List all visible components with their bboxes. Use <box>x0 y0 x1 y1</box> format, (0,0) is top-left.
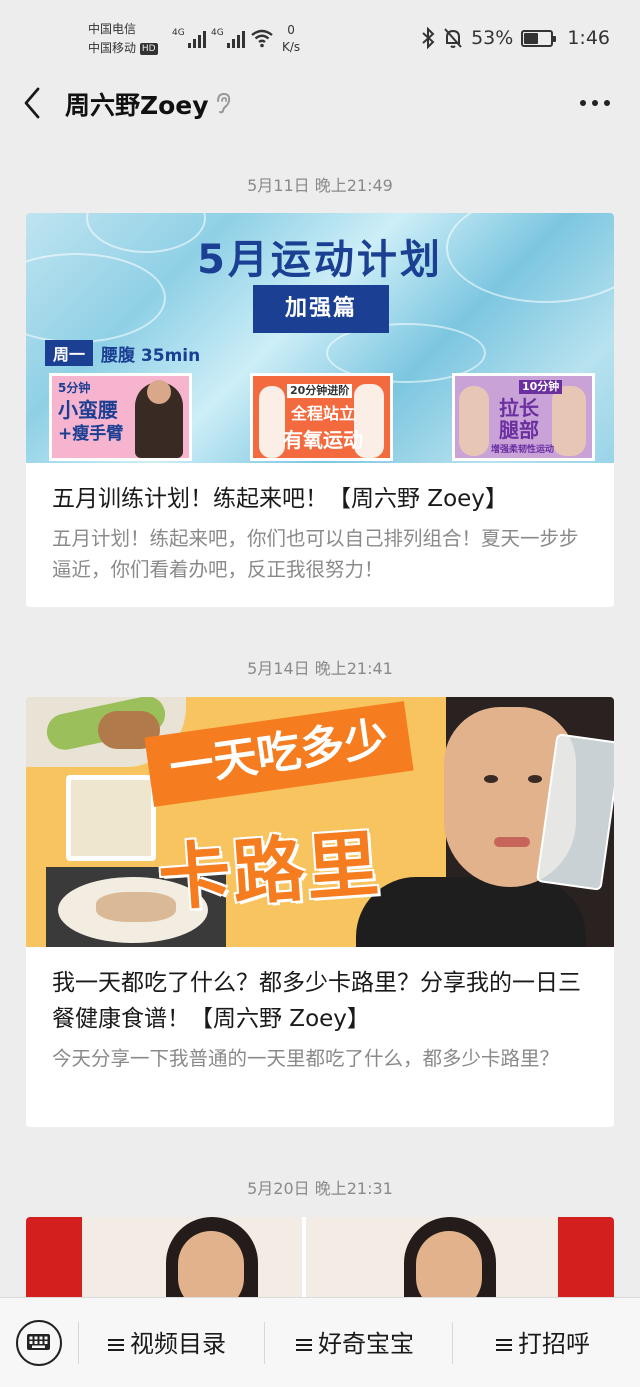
cover-headline-big: 卡路里 <box>155 821 384 921</box>
bell-muted-icon <box>444 28 462 48</box>
hd-badge: HD <box>139 42 158 55</box>
bluetooth-icon <box>422 27 435 49</box>
article-cover-image: 一天吃多少 卡路里 <box>26 697 614 947</box>
signal-icon: 4G <box>172 28 206 48</box>
carrier-2: 中国移动 <box>88 41 137 55</box>
back-arrow-icon[interactable] <box>18 84 48 122</box>
menu-video-catalog[interactable]: 视频目录 <box>108 1324 226 1359</box>
cover-banner: 加强篇 <box>253 285 389 333</box>
ear-icon <box>217 92 231 114</box>
day-tag: 周一 <box>45 340 94 366</box>
carrier-info: 中国电信 中国移动 HD <box>88 20 158 58</box>
status-bar: 中国电信 中国移动 HD 4G 4G 0 K/s 53% 1:46 <box>0 0 640 70</box>
carrier-1: 中国电信 <box>88 22 137 36</box>
article-title: 五月训练计划！练起来吧！【周六野 Zoey】 <box>52 486 508 512</box>
article-card[interactable]: 一天吃多少 卡路里 我一天都吃了什么？都多少卡路里？分享我的一日三餐健康食谱！【… <box>26 697 614 1127</box>
menu-list-icon <box>496 1339 512 1351</box>
battery-icon <box>521 29 557 47</box>
article-cover-image <box>26 1217 614 1307</box>
article-description: 今天分享一下我普通的一天里都吃了什么，都多少卡路里？ <box>52 1047 560 1070</box>
workout-thumb-1: 5分钟 小蛮腰 +瘦手臂 <box>49 373 192 461</box>
article-cover-image: 5月运动计划 加强篇 周一 腰腹 35min 5分钟 小蛮腰 +瘦手臂 20分钟… <box>26 213 614 463</box>
message-timestamp: 5月11日 晚上21:49 <box>247 176 393 195</box>
menu-list-icon <box>108 1339 124 1351</box>
more-dots-icon[interactable] <box>580 100 610 106</box>
workout-thumb-2: 20分钟进阶 全程站立 有氧运动 <box>250 373 393 461</box>
cover-day-row: 周一 腰腹 35min <box>45 340 200 366</box>
day-text: 腰腹 35min <box>101 345 201 366</box>
message-timestamp: 5月14日 晚上21:41 <box>247 659 393 678</box>
signal-icon-2: 4G <box>211 28 245 48</box>
wifi-icon <box>251 29 273 48</box>
workout-thumb-3: 10分钟 拉长 腿部 增强柔韧性运动 <box>452 373 595 461</box>
article-card[interactable] <box>26 1217 614 1307</box>
network-speed: 0 K/s <box>282 23 301 54</box>
article-card[interactable]: 5月运动计划 加强篇 周一 腰腹 35min 5分钟 小蛮腰 +瘦手臂 20分钟… <box>26 213 614 607</box>
article-title: 我一天都吃了什么？都多少卡路里？分享我的一日三餐健康食谱！【周六野 Zoey】 <box>52 970 581 1032</box>
menu-say-hello[interactable]: 打招呼 <box>496 1324 590 1359</box>
menu-list-icon <box>296 1339 312 1351</box>
message-timestamp: 5月20日 晚上21:31 <box>247 1179 393 1198</box>
article-description: 五月计划！练起来吧，你们也可以自己排列组合！夏天一步步逼近，你们看着办吧，反正我… <box>52 527 579 581</box>
page-title: 周六野Zoey <box>65 91 209 120</box>
clock: 1:46 <box>567 27 610 49</box>
menu-curious-baby[interactable]: 好奇宝宝 <box>296 1324 414 1359</box>
cover-headline: 5月运动计划 <box>197 237 443 283</box>
nav-bar: 周六野Zoey <box>0 70 640 136</box>
keyboard-icon[interactable] <box>16 1320 62 1366</box>
battery-percent: 53% <box>471 27 514 49</box>
status-right: 53% 1:46 <box>421 27 610 49</box>
bottom-menu-bar: 视频目录 好奇宝宝 打招呼 <box>0 1297 640 1387</box>
